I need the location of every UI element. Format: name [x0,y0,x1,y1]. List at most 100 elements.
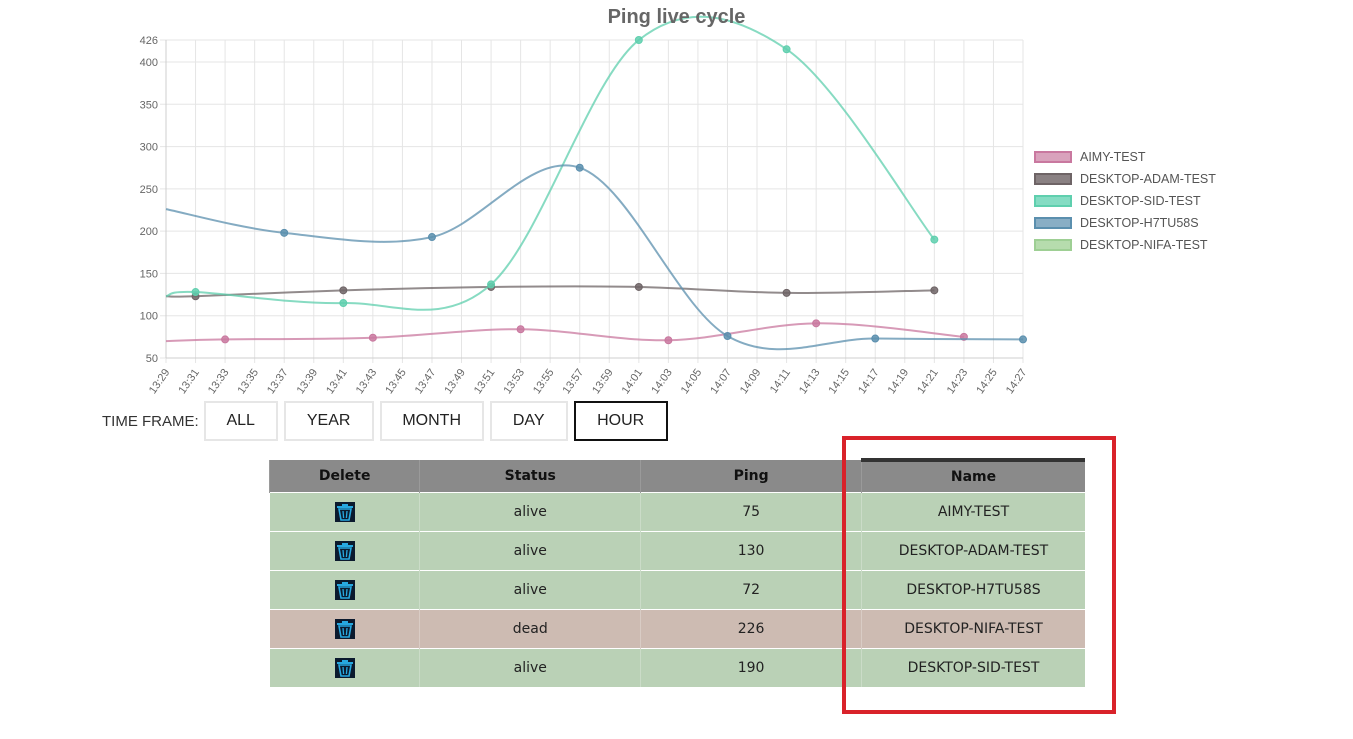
legend-item[interactable]: DESKTOP-ADAM-TEST [1034,168,1216,190]
data-point [280,228,289,237]
devices-table: Delete Status Ping Name alive 75 AIMY-TE… [268,458,1085,687]
x-tick-label: 14:11 [768,367,793,396]
ping-cell: 130 [640,531,862,571]
delete-cell [268,492,420,532]
data-point [368,333,377,342]
x-tick-label: 14:01 [620,367,646,396]
name-cell: DESKTOP-NIFA-TEST [860,609,1085,649]
chart-legend: AIMY-TEST DESKTOP-ADAM-TEST DESKTOP-SID-… [1034,146,1216,256]
table-row: alive 130 DESKTOP-ADAM-TEST [268,531,1085,571]
legend-label: DESKTOP-ADAM-TEST [1080,172,1216,186]
x-tick-label: 14:17 [856,367,882,396]
timeframe-month-button[interactable]: MONTH [379,401,484,441]
x-tick-label: 13:41 [324,367,350,396]
y-tick-label: 250 [140,184,158,196]
y-tick-label: 426 [140,35,158,47]
x-tick-label: 13:59 [590,367,616,396]
data-point [191,288,200,297]
status-cell: dead [419,609,641,649]
legend-item[interactable]: DESKTOP-SID-TEST [1034,190,1216,212]
legend-label: DESKTOP-SID-TEST [1080,194,1201,208]
x-tick-label: 14:13 [797,367,823,396]
delete-cell [268,648,420,687]
status-column-header[interactable]: Status [419,460,641,493]
x-tick-label: 13:51 [472,367,498,396]
timeframe-hour-button[interactable]: HOUR [573,401,668,441]
table-row: dead 226 DESKTOP-NIFA-TEST [268,609,1085,649]
legend-label: AIMY-TEST [1080,150,1146,164]
status-cell: alive [419,570,641,610]
y-tick-label: 100 [140,311,158,323]
trash-icon[interactable] [334,658,355,678]
ping-cell: 190 [640,648,862,687]
data-point [812,319,821,328]
ping-cell: 226 [640,609,862,649]
delete-column-header[interactable]: Delete [268,460,420,493]
x-tick-label: 14:15 [827,367,853,396]
x-tick-label: 14:23 [945,367,971,396]
legend-swatch [1034,217,1072,229]
timeframe-all-button[interactable]: ALL [203,401,278,441]
trash-icon[interactable] [334,580,355,600]
data-point [782,45,791,54]
table-row: alive 72 DESKTOP-H7TU58S [268,570,1085,610]
trash-icon[interactable] [334,541,355,561]
ping-cell: 72 [640,570,862,610]
series-line [165,322,964,343]
data-point [634,36,643,44]
table-row: alive 190 DESKTOP-SID-TEST [268,648,1085,687]
x-tick-label: 13:39 [295,367,321,396]
x-tick-label: 13:43 [354,367,380,396]
time-frame-bar: TIME FRAME: ALL YEAR MONTH DAY HOUR [102,401,674,441]
ping-column-header[interactable]: Ping [640,460,862,493]
x-tick-label: 13:55 [531,367,557,396]
name-cell: AIMY-TEST [860,492,1085,532]
data-point [221,335,230,344]
data-point [782,288,791,297]
legend-swatch [1034,151,1072,163]
name-cell: DESKTOP-H7TU58S [860,570,1085,610]
legend-swatch [1034,173,1072,185]
data-point [339,299,348,308]
data-point [516,325,525,334]
legend-item[interactable]: AIMY-TEST [1034,146,1216,168]
legend-item[interactable]: DESKTOP-NIFA-TEST [1034,234,1216,256]
legend-swatch [1034,239,1072,251]
x-tick-label: 14:07 [708,367,734,396]
data-point [930,235,939,244]
data-point [427,233,436,242]
legend-item[interactable]: DESKTOP-H7TU58S [1034,212,1216,234]
x-tick-label: 13:29 [147,367,173,396]
timeframe-day-button[interactable]: DAY [489,401,568,441]
delete-cell [268,531,420,571]
trash-icon[interactable] [334,502,355,522]
delete-cell [268,570,420,610]
x-tick-label: 14:09 [738,367,764,396]
status-cell: alive [419,531,641,571]
delete-cell [268,609,420,649]
y-tick-label: 200 [140,226,158,238]
data-point [634,282,643,291]
chart-title: Ping live cycle [607,6,746,28]
x-tick-label: 13:33 [206,367,232,396]
series-line [165,164,1024,351]
legend-label: DESKTOP-NIFA-TEST [1080,238,1208,252]
x-tick-label: 14:21 [915,367,941,396]
x-tick-label: 13:53 [501,367,527,396]
data-point [1019,335,1027,344]
x-tick-label: 14:25 [974,367,1000,396]
data-point [871,334,880,343]
x-tick-label: 13:47 [413,367,439,396]
name-cell: DESKTOP-ADAM-TEST [860,531,1085,571]
data-point [723,332,732,341]
trash-icon[interactable] [334,619,355,639]
y-tick-label: 350 [140,99,158,111]
table-header-row: Delete Status Ping Name [268,458,1085,493]
timeframe-year-button[interactable]: YEAR [283,401,374,441]
x-tick-label: 13:35 [235,367,261,396]
status-cell: alive [419,492,641,532]
name-column-header[interactable]: Name [860,458,1085,493]
x-tick-label: 13:37 [265,367,291,396]
data-point [339,286,348,295]
status-cell: alive [419,648,641,687]
